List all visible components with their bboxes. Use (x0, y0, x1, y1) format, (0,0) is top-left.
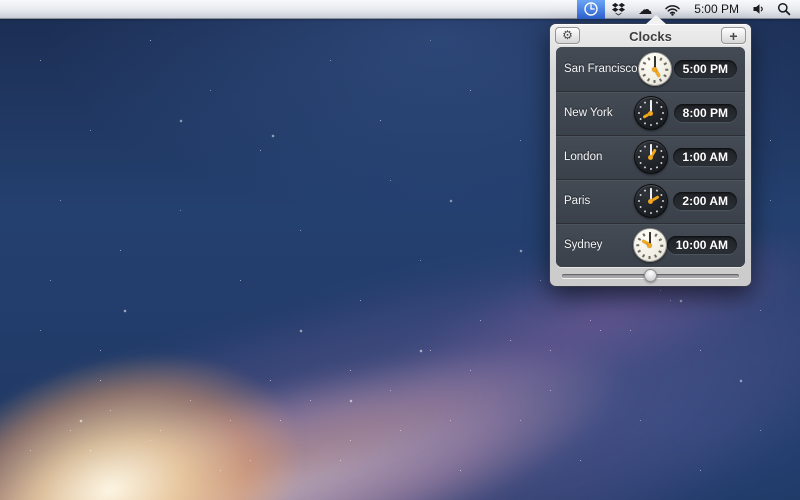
analog-clock (638, 52, 672, 86)
clock-row[interactable]: London 1:00 AM (556, 135, 745, 179)
time-pill: 2:00 AM (673, 192, 737, 210)
dropbox-icon (611, 2, 626, 16)
menu-bar: ☁ 5:00 PM (0, 0, 800, 19)
clock-center-cap (647, 243, 652, 248)
time-pill: 10:00 AM (667, 236, 737, 254)
city-label: Paris (564, 195, 590, 207)
clock-center-cap (648, 199, 653, 204)
clock-center-cap (648, 155, 653, 160)
time-pill: 1:00 AM (673, 148, 737, 166)
menubar-time-label[interactable]: 5:00 PM (687, 0, 746, 19)
time-pill-wrap: 10:00 AM (667, 236, 737, 254)
analog-clock (634, 184, 668, 218)
clock-row[interactable]: New York 8:00 PM (556, 91, 745, 135)
plus-icon: + (722, 29, 745, 43)
popover-header: ⚙ Clocks + (550, 24, 751, 47)
clock-menu-item[interactable] (577, 0, 605, 19)
time-pill-wrap: 2:00 AM (673, 192, 737, 210)
clock-row[interactable]: San Francisco 5:00 PM (556, 47, 745, 91)
clock-center-cap (648, 111, 653, 116)
screen: ☁ 5:00 PM (0, 0, 800, 500)
analog-clock (633, 228, 667, 262)
wifi-icon (664, 3, 681, 16)
clock-list: San Francisco 5:00 PM New York 8:00 PM L… (556, 47, 745, 267)
volume-menu-item[interactable] (746, 0, 771, 19)
add-clock-button[interactable]: + (721, 27, 746, 44)
city-label: San Francisco (564, 63, 638, 75)
time-pill: 8:00 PM (674, 104, 737, 122)
clocks-popover: ⚙ Clocks + San Francisco 5:00 PM New Yor… (550, 24, 751, 286)
time-pill-wrap: 5:00 PM (674, 60, 737, 78)
spotlight-menu-item[interactable] (771, 0, 797, 19)
time-pill-wrap: 8:00 PM (674, 104, 737, 122)
clock-size-slider[interactable] (562, 274, 739, 278)
clock-row[interactable]: Sydney 10:00 AM (556, 223, 745, 267)
city-label: New York (564, 107, 613, 119)
volume-icon (752, 3, 765, 15)
clock-icon (583, 1, 599, 17)
analog-clock (634, 140, 668, 174)
city-label: Sydney (564, 239, 602, 251)
spotlight-icon (777, 2, 791, 16)
clock-row[interactable]: Paris 2:00 AM (556, 179, 745, 223)
analog-clock (634, 96, 668, 130)
clock-center-cap (652, 67, 657, 72)
time-pill: 5:00 PM (674, 60, 737, 78)
popover-arrow (646, 15, 666, 24)
time-pill-wrap: 1:00 AM (673, 148, 737, 166)
popover-footer (550, 267, 751, 286)
slider-thumb[interactable] (644, 269, 657, 282)
city-label: London (564, 151, 602, 163)
dropbox-menu-item[interactable] (605, 0, 632, 19)
